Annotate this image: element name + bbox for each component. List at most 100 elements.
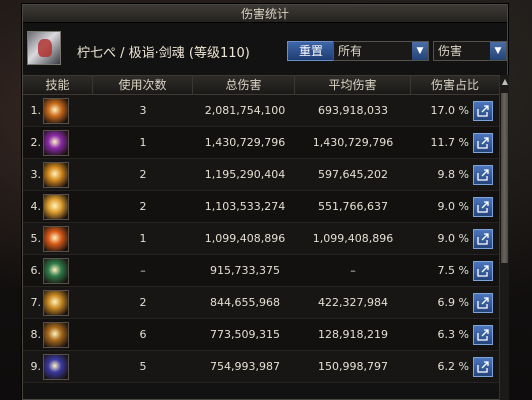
total-damage-cell: 915,733,375 [210,264,280,277]
avg-damage-cell: 551,766,637 [318,200,388,213]
stats-header: 柠七ぺ / 极诣·剑魂 (等级110) 重置 所有 ▼ 伤害 ▼ [23,27,507,73]
avg-damage-cell: 422,327,984 [318,296,388,309]
total-damage-cell: 2,081,754,100 [204,104,286,117]
share-button[interactable] [473,165,493,185]
share-icon [477,297,489,309]
avg-damage-cell: 128,918,219 [318,328,388,341]
col-pct[interactable]: 伤害占比 [411,76,499,94]
share-button[interactable] [473,357,493,377]
avg-damage-cell: 1,430,729,796 [312,136,394,149]
chevron-down-icon[interactable]: ▼ [412,42,428,60]
window-title: 伤害统计 [23,5,507,23]
avg-damage-cell: 597,645,202 [318,168,388,181]
table-row: 9. 5 754,993,987 150,998,797 6.2 % [23,351,499,383]
share-button[interactable] [473,229,493,249]
row-index: 4. [30,200,42,213]
table-row: 1. 3 2,081,754,100 693,918,033 17.0 % [23,95,499,127]
uses-cell: 5 [139,360,147,373]
table-row: 8. 6 773,509,315 128,918,219 6.3 % [23,319,499,351]
skill-table: 1. 3 2,081,754,100 693,918,033 17.0 % 2. 1 1,43… [23,95,499,383]
uses-cell: – [140,264,146,277]
uses-cell: 1 [139,232,147,245]
avg-damage-cell: – [350,264,356,277]
share-icon [477,361,489,373]
share-icon [477,233,489,245]
total-damage-cell: 844,655,968 [210,296,280,309]
avg-damage-cell: 150,998,797 [318,360,388,373]
damage-pct-cell: 9.8 % [437,168,469,181]
total-damage-cell: 1,195,290,404 [204,168,286,181]
col-uses[interactable]: 使用次数 [93,76,193,94]
row-index: 6. [30,264,42,277]
table-row: 3. 2 1,195,290,404 597,645,202 9.8 % [23,159,499,191]
table-row: 5. 1 1,099,408,896 1,099,408,896 9.0 % [23,223,499,255]
type-dropdown[interactable]: 伤害 ▼ [433,41,507,61]
avg-damage-cell: 693,918,033 [318,104,388,117]
total-damage-cell: 754,993,987 [210,360,280,373]
damage-pct-cell: 6.3 % [437,328,469,341]
share-icon [477,265,489,277]
damage-pct-cell: 9.0 % [437,200,469,213]
row-index: 5. [30,232,42,245]
uses-cell: 3 [139,104,147,117]
uses-cell: 1 [139,136,147,149]
total-damage-cell: 1,099,408,896 [204,232,286,245]
purple-burst-icon[interactable] [43,130,69,156]
filter-dropdown-value: 所有 [338,44,363,58]
table-row: 4. 2 1,103,533,274 551,766,637 9.0 % [23,191,499,223]
scroll-up-icon[interactable]: ▲ [500,75,510,89]
scrollbar[interactable]: ▲ [499,75,509,400]
avg-damage-cell: 1,099,408,896 [312,232,394,245]
row-index: 7. [30,296,42,309]
spark-explosion-icon[interactable] [43,194,69,220]
total-damage-cell: 1,430,729,796 [204,136,286,149]
col-skill[interactable]: 技能 [23,76,93,94]
share-button[interactable] [473,325,493,345]
damage-pct-cell: 6.2 % [437,360,469,373]
col-avg[interactable]: 平均伤害 [295,76,411,94]
share-icon [477,105,489,117]
uses-cell: 6 [139,328,147,341]
sword-glyph-icon[interactable] [43,322,69,348]
green-rune-icon[interactable] [43,258,69,284]
chevron-down-icon[interactable]: ▼ [490,42,506,60]
damage-pct-cell: 7.5 % [437,264,469,277]
share-button[interactable] [473,293,493,313]
flame-wave-icon[interactable] [43,226,69,252]
share-icon [477,137,489,149]
share-button[interactable] [473,101,493,121]
filter-dropdown[interactable]: 所有 ▼ [333,41,429,61]
share-button[interactable] [473,261,493,281]
golden-arc-icon[interactable] [43,290,69,316]
row-index: 8. [30,328,42,341]
sword-rain-icon[interactable] [43,162,69,188]
share-icon [477,169,489,181]
table-row: 2. 1 1,430,729,796 1,430,729,796 11.7 % [23,127,499,159]
scrollbar-thumb[interactable] [501,93,508,263]
total-damage-cell: 773,509,315 [210,328,280,341]
damage-stats-window: 伤害统计 柠七ぺ / 极诣·剑魂 (等级110) 重置 所有 ▼ 伤害 ▼ 技能… [22,4,509,400]
total-damage-cell: 1,103,533,274 [204,200,286,213]
type-dropdown-value: 伤害 [438,44,463,58]
table-header: 技能 使用次数 总伤害 平均伤害 伤害占比 [23,75,499,95]
share-icon [477,329,489,341]
row-index: 2. [30,136,42,149]
row-index: 3. [30,168,42,181]
blade-slash-icon[interactable] [43,98,69,124]
col-total[interactable]: 总伤害 [193,76,295,94]
damage-pct-cell: 17.0 % [430,104,469,117]
share-button[interactable] [473,197,493,217]
row-index: 9. [30,360,42,373]
uses-cell: 2 [139,200,147,213]
share-button[interactable] [473,133,493,153]
uses-cell: 2 [139,296,147,309]
uses-cell: 2 [139,168,147,181]
damage-pct-cell: 9.0 % [437,232,469,245]
row-index: 1. [30,104,42,117]
share-icon [477,201,489,213]
damage-pct-cell: 6.9 % [437,296,469,309]
damage-pct-cell: 11.7 % [430,136,469,149]
reset-button[interactable]: 重置 [287,41,335,61]
table-row: 7. 2 844,655,968 422,327,984 6.9 % [23,287,499,319]
crescent-slash-icon[interactable] [43,354,69,380]
